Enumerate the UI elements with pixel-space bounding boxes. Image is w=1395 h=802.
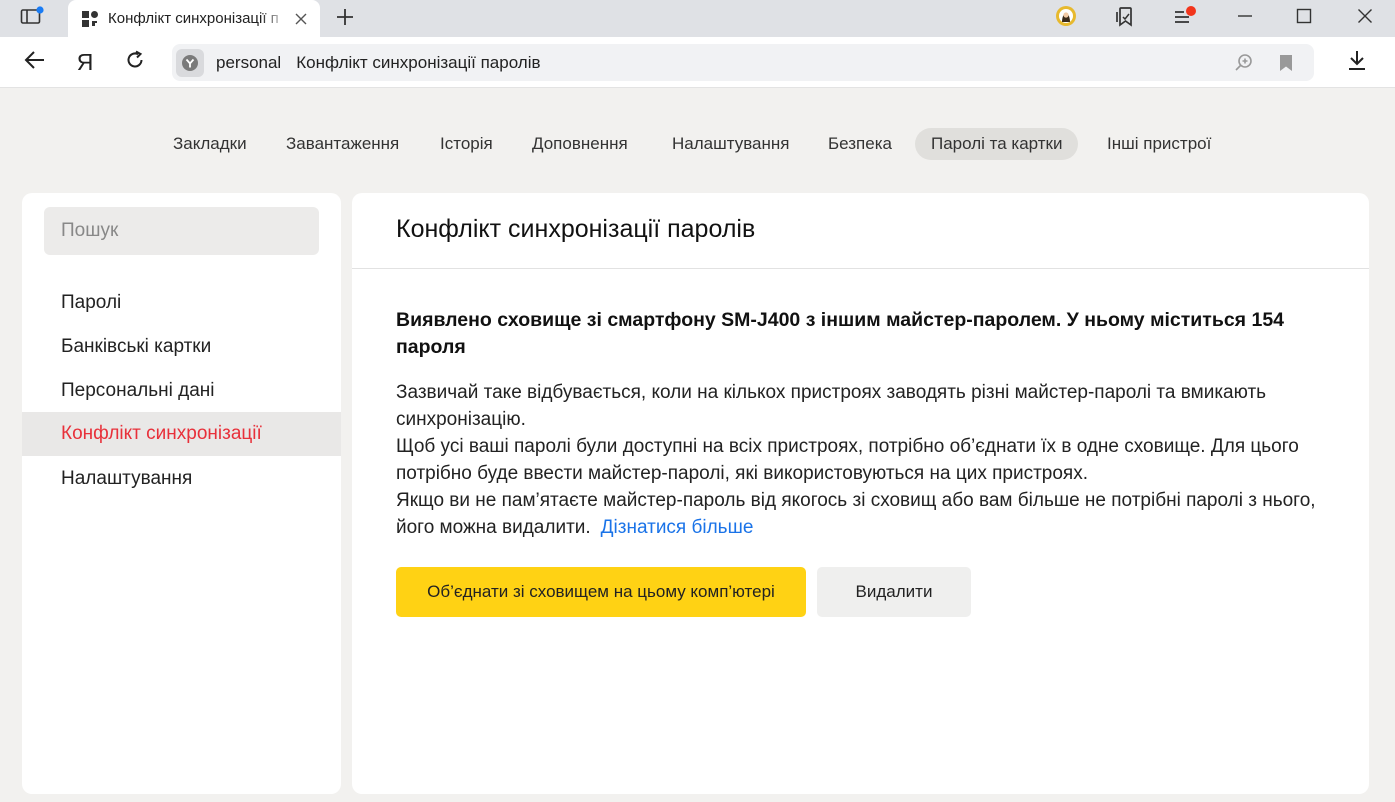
sidebar-item-bank-cards[interactable]: Банківські картки <box>22 325 341 369</box>
zoom-icon[interactable] <box>1227 44 1261 81</box>
tabs-panel-icon <box>20 6 44 31</box>
yandex-home-button[interactable]: Я <box>68 45 102 79</box>
yandex-logo: Я <box>76 48 94 75</box>
reload-button[interactable] <box>118 45 152 79</box>
title-divider <box>352 268 1369 269</box>
address-page-title: Конфлікт синхронізації паролів <box>296 52 541 72</box>
active-tab[interactable]: Конфлікт синхронізації п <box>68 0 320 37</box>
back-button[interactable] <box>18 45 52 79</box>
password-key-icon <box>80 9 100 29</box>
tab-history[interactable]: Історія <box>424 128 509 160</box>
conflict-description: Зазвичай таке відбувається, коли на кіль… <box>396 379 1336 541</box>
tab-title: Конфлікт синхронізації п <box>108 10 279 27</box>
minimize-button[interactable] <box>1228 0 1262 37</box>
tab-other-devices[interactable]: Інші пристрої <box>1091 128 1227 160</box>
sidebar-item-settings[interactable]: Налаштування <box>22 457 341 501</box>
sidebar-item-personal-data[interactable]: Персональні дані <box>22 369 341 413</box>
tab-extensions[interactable]: Доповнення <box>516 128 644 160</box>
tab-downloads[interactable]: Завантаження <box>270 128 415 160</box>
menu-icon <box>1172 5 1198 32</box>
sidebar-item-passwords[interactable]: Паролі <box>22 281 341 325</box>
learn-more-link[interactable]: Дізнатися більше <box>601 517 754 538</box>
minimize-icon <box>1237 8 1253 29</box>
maximize-button[interactable] <box>1287 0 1321 37</box>
tab-bookmarks[interactable]: Закладки <box>157 128 263 160</box>
page-title: Конфлікт синхронізації паролів <box>396 215 756 243</box>
download-icon <box>1346 49 1368 76</box>
protect-shield-icon[interactable] <box>176 48 204 77</box>
close-window-button[interactable] <box>1348 0 1382 37</box>
description-paragraph-1: Зазвичай таке відбувається, коли на кіль… <box>396 382 1267 430</box>
avatar-icon <box>1055 5 1077 32</box>
close-icon <box>1357 8 1373 29</box>
description-paragraph-3: Якщо ви не пам’ятаєте майстер-пароль від… <box>396 487 1336 541</box>
conflict-heading: Виявлено сховище зі смартфону SM-J400 з … <box>396 309 1285 358</box>
collections-button[interactable] <box>1108 0 1142 37</box>
plus-icon <box>335 7 355 32</box>
title-bar: Конфлікт синхронізації п <box>0 0 1395 37</box>
settings-top-nav: Закладки Завантаження Історія Доповнення… <box>0 128 1395 160</box>
bookmarks-collections-icon <box>1114 5 1136 32</box>
browser-toolbar: Я personal Конфлікт синхронізації паролі… <box>0 37 1395 88</box>
search-input[interactable]: Пошук <box>44 207 319 255</box>
new-tab-button[interactable] <box>330 4 360 34</box>
close-tab-icon[interactable] <box>292 10 310 28</box>
passwords-sidebar: Пошук Паролі Банківські картки Персональ… <box>22 193 341 794</box>
arrow-left-icon <box>24 50 46 75</box>
description-paragraph-2: Щоб усі ваші паролі були доступні на всі… <box>396 436 1299 484</box>
address-host: personal <box>216 52 282 72</box>
reload-icon <box>125 50 145 75</box>
sync-conflict-panel: Конфлікт синхронізації паролів Виявлено … <box>352 193 1369 794</box>
description-paragraph-3-text: Якщо ви не пам’ятаєте майстер-пароль від… <box>396 490 1316 538</box>
tab-security[interactable]: Безпека <box>812 128 908 160</box>
address-bar[interactable]: personal Конфлікт синхронізації паролів <box>172 44 1314 81</box>
sidebar-item-sync-conflict[interactable]: Конфлікт синхронізації <box>22 412 341 456</box>
tab-settings[interactable]: Налаштування <box>656 128 806 160</box>
tab-passwords-and-cards[interactable]: Паролі та картки <box>915 128 1079 160</box>
downloads-button[interactable] <box>1340 45 1374 79</box>
merge-storage-button[interactable]: Об’єднати зі сховищем на цьому комп’ютер… <box>396 567 806 617</box>
delete-button[interactable]: Видалити <box>817 567 971 617</box>
maximize-icon <box>1296 8 1312 29</box>
tabs-panel-button[interactable] <box>2 0 62 37</box>
bookmark-icon[interactable] <box>1269 44 1303 81</box>
menu-button[interactable] <box>1168 0 1202 37</box>
user-avatar-button[interactable] <box>1050 0 1082 37</box>
